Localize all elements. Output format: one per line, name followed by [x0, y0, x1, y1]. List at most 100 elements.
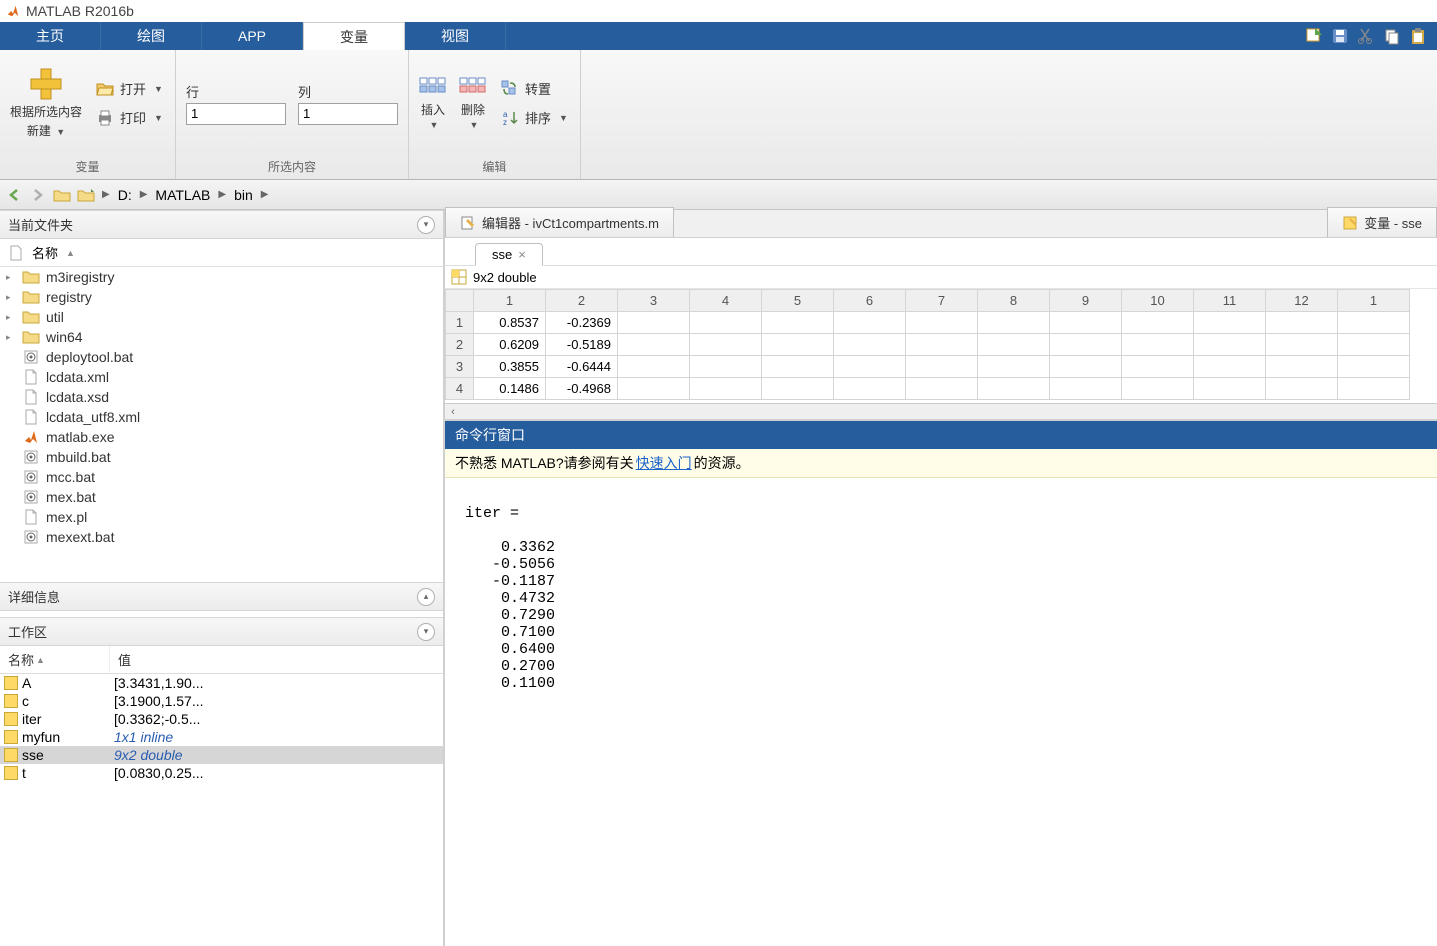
file-item[interactable]: mex.bat [0, 487, 443, 507]
variable-tab-sse[interactable]: sse × [475, 243, 543, 266]
workspace-row[interactable]: A[3.3431,1.90... [0, 674, 443, 692]
variable-icon [1342, 215, 1358, 231]
file-item[interactable]: ▸util [0, 307, 443, 327]
variable-icon [4, 748, 18, 762]
matlab-logo-icon [6, 4, 20, 18]
command-window-title: 命令行窗口 [445, 421, 1437, 449]
file-item[interactable]: mexext.bat [0, 527, 443, 547]
file-item[interactable]: ▸win64 [0, 327, 443, 347]
file-item[interactable]: lcdata.xml [0, 367, 443, 387]
file-item[interactable]: matlab.exe [0, 427, 443, 447]
workspace-panel: 工作区 ▾ 名称▲ 值 A[3.3431,1.90...c[3.1900,1.5… [0, 617, 443, 946]
file-type-icon [22, 429, 40, 445]
ws-name-header[interactable]: 名称▲ [0, 646, 110, 673]
expand-button[interactable]: ▴ [417, 588, 435, 606]
tab-view[interactable]: 视图 [405, 22, 506, 50]
tab-plots[interactable]: 绘图 [101, 22, 202, 50]
variable-doc-tab[interactable]: 变量 - sse [1327, 207, 1437, 237]
file-list[interactable]: ▸m3iregistry▸registry▸util▸win64deployto… [0, 267, 443, 582]
variable-grid[interactable]: 123456789101112110.8537-0.236920.6209-0.… [445, 289, 1437, 419]
tab-apps[interactable]: APP [202, 22, 303, 50]
command-window: 命令行窗口 不熟悉 MATLAB?请参阅有关快速入门的资源。 iter = 0.… [445, 419, 1437, 946]
app-title: MATLAB R2016b [26, 3, 134, 19]
horizontal-scrollbar[interactable]: ‹ [445, 403, 1437, 419]
file-item[interactable]: ▸registry [0, 287, 443, 307]
grid-icon [451, 269, 467, 285]
workspace-list[interactable]: A[3.3431,1.90...c[3.1900,1.57...iter[0.3… [0, 674, 443, 946]
workspace-row[interactable]: sse9x2 double [0, 746, 443, 764]
up-folder-button[interactable] [52, 185, 72, 205]
variable-icon [4, 730, 18, 744]
ws-value-header[interactable]: 值 [110, 646, 139, 673]
variable-icon [4, 766, 18, 780]
delete-cells-icon [459, 77, 487, 99]
plus-icon [29, 67, 63, 101]
current-folder-title: 当前文件夹 [8, 215, 73, 234]
name-column-header[interactable]: 名称 [32, 243, 58, 262]
file-type-icon [22, 309, 40, 325]
browse-button[interactable] [76, 185, 96, 205]
breadcrumb: ▶ D: ▶ MATLAB ▶ bin ▶ [98, 185, 268, 205]
sort-button[interactable]: az 排序▼ [499, 106, 570, 129]
tab-home[interactable]: 主页 [0, 22, 101, 50]
crumb-bin[interactable]: bin [228, 185, 259, 205]
col-input[interactable] [298, 103, 398, 125]
crumb-drive[interactable]: D: [112, 185, 138, 205]
row-input[interactable] [186, 103, 286, 125]
file-item[interactable]: lcdata_utf8.xml [0, 407, 443, 427]
workspace-row[interactable]: t[0.0830,0.25... [0, 764, 443, 782]
workspace-row[interactable]: iter[0.3362;-0.5... [0, 710, 443, 728]
variable-icon [4, 676, 18, 690]
row-field: 行 [186, 82, 286, 125]
file-type-icon [22, 469, 40, 485]
file-type-icon [22, 329, 40, 345]
variable-icon [4, 694, 18, 708]
print-button[interactable]: 打印▼ [94, 106, 165, 129]
copy-icon[interactable] [1383, 27, 1401, 45]
tab-variable[interactable]: 变量 [303, 22, 405, 50]
command-output[interactable]: iter = 0.3362 -0.5056 -0.1187 0.4732 0.7… [445, 478, 1437, 946]
quick-start-link[interactable]: 快速入门 [636, 453, 692, 473]
transpose-button[interactable]: 转置 [499, 77, 570, 100]
collapse-button[interactable]: ▾ [417, 216, 435, 234]
col-field: 列 [298, 82, 398, 125]
current-folder-panel: 当前文件夹 ▾ 名称 ▲ ▸m3iregistry▸registry▸util▸… [0, 210, 443, 582]
file-item[interactable]: mex.pl [0, 507, 443, 527]
forward-button[interactable] [28, 185, 48, 205]
import-icon[interactable] [1305, 27, 1323, 45]
file-item[interactable]: mbuild.bat [0, 447, 443, 467]
close-icon[interactable]: × [518, 247, 526, 262]
open-button[interactable]: 打开▼ [94, 77, 165, 100]
cut-icon[interactable] [1357, 27, 1375, 45]
workspace-title: 工作区 [8, 622, 47, 641]
workspace-row[interactable]: c[3.1900,1.57... [0, 692, 443, 710]
variable-type-bar: 9x2 double [445, 266, 1437, 289]
quick-access-toolbar [1295, 22, 1437, 50]
new-from-selection-button[interactable]: 根据所选内容 新建 ▼ [10, 67, 82, 139]
file-item[interactable]: deploytool.bat [0, 347, 443, 367]
back-button[interactable] [4, 185, 24, 205]
file-type-icon [22, 269, 40, 285]
paste-icon[interactable] [1409, 27, 1427, 45]
file-type-icon [22, 389, 40, 405]
document-tabs: 编辑器 - ivCt1compartments.m 变量 - sse [445, 210, 1437, 238]
ribbon: 根据所选内容 新建 ▼ 打开▼ 打印▼ 变量 行 列 [0, 50, 1437, 180]
file-item[interactable]: ▸m3iregistry [0, 267, 443, 287]
crumb-matlab[interactable]: MATLAB [149, 185, 216, 205]
variable-tab-strip: sse × [445, 238, 1437, 266]
printer-icon [96, 109, 114, 127]
file-type-icon [22, 409, 40, 425]
file-icon [8, 245, 24, 261]
collapse-button[interactable]: ▾ [417, 623, 435, 641]
ribbon-group-edit-label: 编辑 [409, 156, 580, 179]
delete-button[interactable]: 删除▼ [459, 77, 487, 130]
editor-doc-tab[interactable]: 编辑器 - ivCt1compartments.m [445, 207, 674, 237]
transpose-icon [501, 80, 519, 98]
workspace-row[interactable]: myfun1x1 inline [0, 728, 443, 746]
file-type-icon [22, 509, 40, 525]
insert-button[interactable]: 插入▼ [419, 77, 447, 130]
open-folder-icon [96, 80, 114, 98]
file-item[interactable]: lcdata.xsd [0, 387, 443, 407]
save-icon[interactable] [1331, 27, 1349, 45]
file-item[interactable]: mcc.bat [0, 467, 443, 487]
